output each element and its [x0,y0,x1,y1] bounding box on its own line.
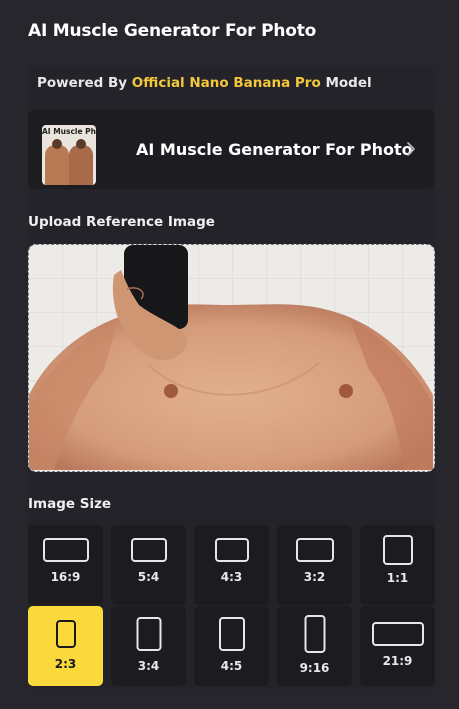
model-thumbnail: AI Muscle Photo [42,125,96,185]
size-option-2-3[interactable]: 2:3 [28,606,103,686]
aspect-1-1-icon [382,535,413,565]
aspect-21-9-icon [371,622,424,646]
size-option-16-9[interactable]: 16:9 [28,525,103,605]
aspect-5-4-icon [130,538,167,562]
size-option-1-1[interactable]: 1:1 [360,525,435,605]
size-option-9-16[interactable]: 9:16 [277,606,352,686]
reference-image-preview [29,245,433,470]
powered-by-text: Powered By Official Nano Banana Pro Mode… [37,75,372,91]
size-option-5-4[interactable]: 5:4 [111,525,186,605]
size-option-21-9[interactable]: 21:9 [360,606,435,686]
aspect-2-3-icon [55,620,76,648]
page-title: AI Muscle Generator For Photo [28,21,317,41]
powered-suffix: Model [325,75,372,91]
powered-prefix: Powered By [37,75,128,91]
model-name: AI Muscle Generator For Photo [136,140,413,159]
aspect-3-2-icon [295,538,334,562]
image-size-label: Image Size [28,496,112,512]
size-option-3-4[interactable]: 3:4 [111,606,186,686]
aspect-4-5-icon [218,617,245,651]
size-option-4-3[interactable]: 4:3 [194,525,269,605]
aspect-16-9-icon [42,538,89,562]
model-selector-card[interactable]: AI Muscle Photo AI Muscle Generator For … [28,109,435,189]
upload-reference-image-dropzone[interactable] [28,244,435,472]
powered-model-highlight: Official Nano Banana Pro [131,75,321,91]
aspect-4-3-icon [214,538,249,562]
aspect-3-4-icon [136,617,161,651]
size-option-3-2[interactable]: 3:2 [277,525,352,605]
chevron-right-icon [407,142,415,156]
upload-label: Upload Reference Image [28,214,215,230]
aspect-9-16-icon [304,615,325,653]
size-option-4-5[interactable]: 4:5 [194,606,269,686]
thumbnail-caption: AI Muscle Photo [42,127,96,136]
